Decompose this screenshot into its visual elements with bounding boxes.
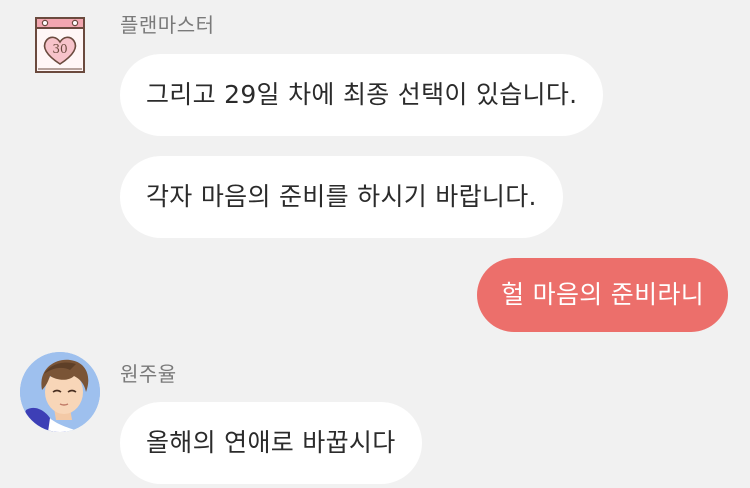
sender-name: 원주율 bbox=[120, 362, 177, 386]
incoming-message-bubble[interactable]: 각자 마음의 준비를 하시기 바랍니다. bbox=[120, 156, 563, 238]
calendar-number: 30 bbox=[52, 42, 67, 56]
sender-name: 플랜마스터 bbox=[120, 13, 215, 37]
calendar-heart-icon[interactable]: 30 bbox=[34, 14, 86, 74]
incoming-message-bubble[interactable]: 그리고 29일 차에 최종 선택이 있습니다. bbox=[120, 54, 604, 136]
outgoing-message-bubble[interactable]: 헐 마음의 준비라니 bbox=[477, 258, 728, 332]
avatar[interactable] bbox=[20, 352, 100, 432]
user-portrait-icon bbox=[20, 352, 100, 432]
incoming-message-bubble[interactable]: 올해의 연애로 바꿉시다 bbox=[120, 402, 422, 484]
